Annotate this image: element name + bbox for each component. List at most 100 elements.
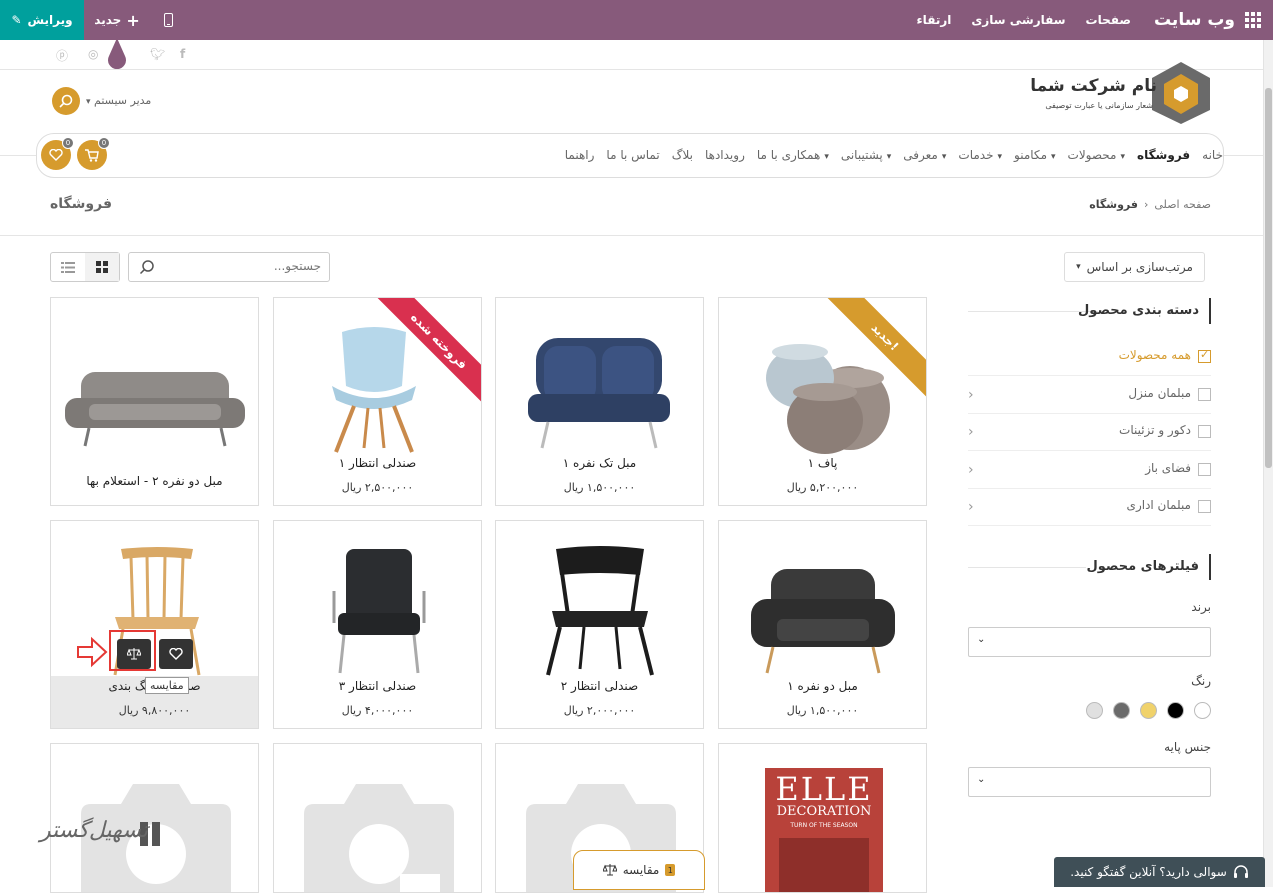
- pinterest-icon[interactable]: ⓟ: [56, 47, 68, 64]
- brand-label: برند: [1191, 600, 1211, 614]
- compare-bar[interactable]: 1 مقایسه: [573, 850, 705, 890]
- category-label: مبلمان منزل: [1128, 385, 1191, 400]
- nav-item[interactable]: همکاری با ما: [757, 148, 829, 162]
- product-card[interactable]: صندلی انتظار ۳ ۴,۰۰۰,۰۰۰ ریال: [273, 520, 482, 729]
- category-item[interactable]: دکور و تزئینات ‹: [968, 414, 1211, 451]
- product-price: ۲,۵۰۰,۰۰۰ ریال: [341, 481, 414, 494]
- nav-item[interactable]: رویدادها: [705, 148, 745, 162]
- header-divider: [0, 69, 1263, 70]
- color-swatch[interactable]: [1113, 702, 1130, 719]
- chevron-left-icon[interactable]: ‹: [968, 462, 974, 478]
- apps-grid-icon[interactable]: [1245, 12, 1261, 28]
- sort-dropdown[interactable]: مرتب‌سازی بر اساس ▾: [1064, 252, 1205, 282]
- user-name: مدیر سیستم: [94, 94, 152, 107]
- nav-item[interactable]: محصولات: [1068, 148, 1125, 162]
- product-name[interactable]: مبل دو نفره ۱: [719, 679, 926, 693]
- menu-customize[interactable]: سفارشی سازی: [971, 13, 1065, 27]
- search-input[interactable]: [171, 259, 321, 273]
- facebook-icon[interactable]: f: [180, 47, 185, 61]
- product-name[interactable]: صندلی انتظار ۳: [274, 679, 481, 693]
- live-chat-button[interactable]: سوالی دارید؟ آنلاین گفتگو کنید.: [1054, 857, 1265, 887]
- site-title[interactable]: وب سایت: [1154, 10, 1235, 30]
- page-scrollbar[interactable]: [1263, 40, 1273, 887]
- category-label: دکور و تزئینات: [1119, 423, 1191, 437]
- category-checkbox[interactable]: [1198, 425, 1211, 438]
- product-search: [128, 252, 330, 282]
- list-view-button[interactable]: [51, 253, 85, 281]
- brand-select[interactable]: ⌄: [968, 627, 1211, 657]
- cart-button[interactable]: 0: [77, 137, 110, 170]
- nav-item[interactable]: خانه: [1202, 148, 1223, 162]
- sofa-image: [65, 372, 245, 447]
- category-item[interactable]: مبلمان منزل ‹: [968, 377, 1211, 414]
- category-item[interactable]: فضای باز ‹: [968, 452, 1211, 489]
- user-menu[interactable]: مدیر سیستم ▾: [86, 94, 151, 107]
- red-arrow-icon: [77, 636, 108, 668]
- search-icon[interactable]: [139, 259, 155, 275]
- nav-item[interactable]: بلاگ: [672, 148, 693, 162]
- mobile-preview-button[interactable]: [150, 0, 186, 40]
- scrollbar-thumb[interactable]: [1265, 88, 1272, 468]
- company-logo[interactable]: [1150, 60, 1212, 126]
- product-card[interactable]: ELLE DECORATION TURN OF THE SEASON: [718, 743, 927, 893]
- product-card[interactable]: مبل دو نفره ۲ - استعلام بها: [50, 297, 259, 506]
- twitter-icon[interactable]: 🐦︎: [150, 47, 165, 61]
- category-checkbox[interactable]: [1198, 348, 1211, 363]
- wishlist-button[interactable]: 0: [41, 137, 74, 170]
- color-swatch[interactable]: [1086, 702, 1103, 719]
- base-material-select[interactable]: ⌄: [968, 767, 1211, 797]
- nav-item[interactable]: معرفی: [903, 148, 946, 162]
- product-card[interactable]: مبل تک نفره ۱ ۱,۵۰۰,۰۰۰ ریال: [495, 297, 704, 506]
- chevron-left-icon[interactable]: ‹: [968, 424, 974, 440]
- nav-item[interactable]: فروشگاه: [1137, 148, 1190, 162]
- menu-pages[interactable]: صفحات: [1086, 13, 1131, 27]
- category-checkbox[interactable]: [1198, 500, 1211, 513]
- edit-button[interactable]: ✎ ویرایش: [0, 0, 84, 40]
- nav-item[interactable]: خدمات: [958, 148, 1002, 162]
- color-swatch[interactable]: [1140, 702, 1157, 719]
- nav-item[interactable]: راهنما: [565, 148, 595, 162]
- product-name[interactable]: صندلی انتظار ۱: [274, 456, 481, 470]
- caret-down-icon: ▾: [86, 97, 91, 107]
- nav-item[interactable]: پشتیبانی: [841, 148, 891, 162]
- product-card[interactable]: جدید! پاف ۱ ۵,۲۰۰,۰۰۰ ریال: [718, 297, 927, 506]
- sort-label: مرتب‌سازی بر اساس: [1086, 260, 1193, 274]
- category-item[interactable]: مبلمان اداری ‹: [968, 489, 1211, 526]
- instagram-icon[interactable]: ◎: [88, 47, 98, 61]
- add-to-wishlist-button[interactable]: [159, 639, 193, 669]
- color-swatch[interactable]: [1194, 702, 1211, 719]
- color-swatch[interactable]: [1167, 702, 1184, 719]
- breadcrumb-current: فروشگاه: [1089, 198, 1138, 211]
- nav-item[interactable]: تماس با ما: [606, 148, 659, 162]
- admin-menu: صفحات سفارشی سازی ارتقاء: [917, 0, 1131, 40]
- product-card[interactable]: صندلی انتظار ۲ ۲,۰۰۰,۰۰۰ ریال: [495, 520, 704, 729]
- nav-item[interactable]: مکامنو: [1014, 148, 1056, 162]
- product-card-placeholder[interactable]: [273, 743, 482, 893]
- category-checkbox[interactable]: [1198, 387, 1211, 401]
- admin-top-bar: وب سایت صفحات سفارشی سازی ارتقاء ✎ ویرای…: [0, 0, 1273, 40]
- product-name[interactable]: صندلی انتظار ۲: [496, 679, 703, 693]
- website-brand[interactable]: وب سایت: [1154, 0, 1261, 40]
- menu-upgrade[interactable]: ارتقاء: [917, 13, 952, 27]
- chevron-left-icon: ‹: [1143, 198, 1149, 211]
- page-title: فروشگاه: [50, 196, 113, 212]
- chevron-left-icon[interactable]: ‹: [968, 387, 974, 403]
- product-card[interactable]: فروخته شده صندلی انتظار ۱ ۲,۵۰۰,۰۰۰ ریال: [273, 297, 482, 506]
- category-item[interactable]: همه محصولات: [968, 339, 1211, 376]
- product-card-hovered[interactable]: صندلی - رنگ بندی ۹,۸۰۰,۰۰۰ ریال: [50, 520, 259, 729]
- product-name[interactable]: مبل دو نفره ۲ - استعلام بها: [51, 474, 258, 488]
- chat-search-button[interactable]: [52, 87, 80, 115]
- product-name[interactable]: مبل تک نفره ۱: [496, 456, 703, 470]
- search-icon: [59, 94, 73, 108]
- new-button[interactable]: جدید +: [84, 0, 150, 40]
- product-price: ۹,۸۰۰,۰۰۰ ریال: [118, 704, 191, 717]
- breadcrumb-home[interactable]: صفحه اصلی: [1154, 198, 1211, 211]
- chevron-left-icon[interactable]: ‹: [968, 499, 974, 515]
- chevron-down-icon: ⌄: [977, 774, 986, 785]
- breadcrumb-divider: [0, 235, 1263, 236]
- grid-view-button[interactable]: [85, 253, 119, 281]
- product-name[interactable]: پاف ۱: [719, 456, 926, 470]
- category-checkbox[interactable]: [1198, 462, 1211, 476]
- office-chair-image: [332, 549, 426, 674]
- product-card[interactable]: مبل دو نفره ۱ ۱,۵۰۰,۰۰۰ ریال: [718, 520, 927, 729]
